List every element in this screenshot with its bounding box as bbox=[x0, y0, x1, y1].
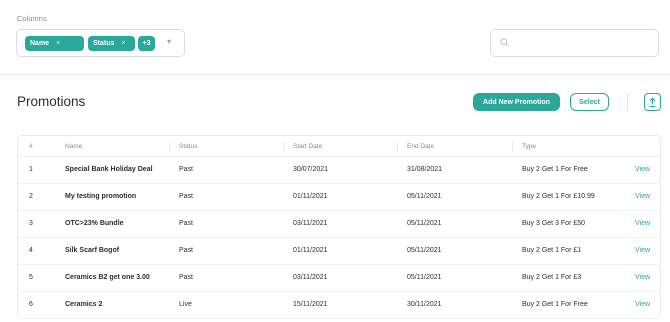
view-link[interactable]: View bbox=[635, 166, 650, 173]
promotion-name: Special Bank Holiday Deal bbox=[65, 166, 153, 173]
export-button[interactable] bbox=[644, 93, 661, 111]
table-row: 3 OTC>23% Bundle Past 03/11/2021 05/11/2… bbox=[18, 211, 660, 238]
table-row: 1 Special Bank Holiday Deal Past 30/07/2… bbox=[18, 157, 660, 184]
column-header-end-date[interactable]: End Date bbox=[407, 143, 434, 150]
chevron-down-icon[interactable]: ▾ bbox=[167, 37, 171, 46]
column-header-number: # bbox=[29, 143, 33, 150]
start-date: 30/07/2021 bbox=[293, 166, 329, 173]
column-header-status[interactable]: Status bbox=[179, 143, 197, 150]
end-date: 31/08/2021 bbox=[407, 166, 443, 173]
promotion-status: Live bbox=[179, 301, 192, 308]
header-divider bbox=[0, 74, 670, 75]
view-link[interactable]: View bbox=[635, 193, 650, 200]
promotion-name: Silk Scarf Bogof bbox=[65, 247, 120, 254]
column-separator bbox=[397, 142, 398, 151]
promotion-status: Past bbox=[179, 193, 194, 200]
promotion-type: Buy 2 Get 1 For £3 bbox=[522, 274, 582, 281]
search-icon bbox=[500, 38, 509, 47]
row-number: 3 bbox=[29, 220, 33, 227]
promotion-name: OTC>23% Bundle bbox=[65, 220, 124, 227]
table-row: 4 Silk Scarf Bogof Past 01/11/2021 05/11… bbox=[18, 238, 660, 265]
search-input[interactable] bbox=[515, 35, 653, 53]
add-promotion-button[interactable]: Add New Promotion bbox=[473, 93, 560, 111]
start-date: 01/11/2021 bbox=[293, 247, 328, 254]
chip-remove-icon[interactable]: × bbox=[56, 40, 60, 47]
promotion-type: Buy 3 Get 3 For £50 bbox=[522, 220, 586, 227]
promotion-status: Past bbox=[179, 166, 194, 173]
promotion-status: Past bbox=[179, 247, 194, 254]
chip-label: Name bbox=[30, 40, 50, 47]
select-button[interactable]: Select bbox=[570, 93, 609, 111]
chip-label: Status bbox=[93, 40, 115, 47]
column-separator bbox=[169, 142, 170, 151]
column-header-name[interactable]: Name bbox=[65, 143, 82, 150]
columns-label: Columns bbox=[17, 14, 47, 23]
promotion-type: Buy 2 Get 1 For Free bbox=[522, 301, 588, 308]
column-separator bbox=[283, 142, 284, 151]
promotion-type: Buy 2 Get 1 For £1 bbox=[522, 247, 582, 254]
column-separator bbox=[512, 142, 513, 151]
promotions-table: # Name Status Start Date End Date Type 1… bbox=[17, 135, 661, 319]
end-date: 05/11/2021 bbox=[407, 193, 442, 200]
row-number: 6 bbox=[29, 301, 33, 308]
promotion-status: Past bbox=[179, 274, 194, 281]
search-box[interactable] bbox=[490, 29, 659, 57]
toolbar-separator bbox=[627, 93, 628, 111]
table-row: 5 Ceramics B2 get one 3.00 Past 03/11/20… bbox=[18, 265, 660, 292]
chip-status: Status × bbox=[88, 36, 135, 51]
page-title: Promotions bbox=[17, 94, 86, 109]
table-row: 6 Ceramics 2 Live 15/11/2021 30/11/2021 … bbox=[18, 292, 660, 319]
end-date: 05/11/2021 bbox=[407, 274, 442, 281]
view-link[interactable]: View bbox=[635, 220, 650, 227]
start-date: 01/11/2021 bbox=[293, 193, 328, 200]
promotion-name: Ceramics B2 get one 3.00 bbox=[65, 274, 150, 281]
column-header-type[interactable]: Type bbox=[522, 143, 536, 150]
end-date: 30/11/2021 bbox=[407, 301, 442, 308]
column-header-start-date[interactable]: Start Date bbox=[293, 143, 322, 150]
start-date: 15/11/2021 bbox=[293, 301, 328, 308]
start-date: 03/11/2021 bbox=[293, 220, 328, 227]
start-date: 03/11/2021 bbox=[293, 274, 328, 281]
table-header: # Name Status Start Date End Date Type bbox=[18, 136, 660, 157]
end-date: 05/11/2021 bbox=[407, 247, 442, 254]
chip-remove-icon[interactable]: × bbox=[121, 40, 125, 47]
promotion-name: My testing promotion bbox=[65, 193, 137, 200]
row-number: 5 bbox=[29, 274, 33, 281]
promotion-type: Buy 2 Get 1 For Free bbox=[522, 166, 588, 173]
view-link[interactable]: View bbox=[635, 274, 650, 281]
columns-multiselect[interactable]: Name × Status × +3 ▾ bbox=[16, 29, 185, 57]
view-link[interactable]: View bbox=[635, 247, 650, 254]
promotion-type: Buy 2 Get 1 For £10.99 bbox=[522, 193, 595, 200]
row-number: 2 bbox=[29, 193, 33, 200]
promotion-name: Ceramics 2 bbox=[65, 301, 103, 308]
row-number: 4 bbox=[29, 247, 33, 254]
upload-icon bbox=[649, 97, 656, 107]
end-date: 05/11/2021 bbox=[407, 220, 442, 227]
table-row: 2 My testing promotion Past 01/11/2021 0… bbox=[18, 184, 660, 211]
chip-name: Name × bbox=[25, 36, 84, 51]
view-link[interactable]: View bbox=[635, 301, 650, 308]
promotion-status: Past bbox=[179, 220, 194, 227]
more-chips-badge[interactable]: +3 bbox=[138, 36, 155, 51]
row-number: 1 bbox=[29, 166, 33, 173]
